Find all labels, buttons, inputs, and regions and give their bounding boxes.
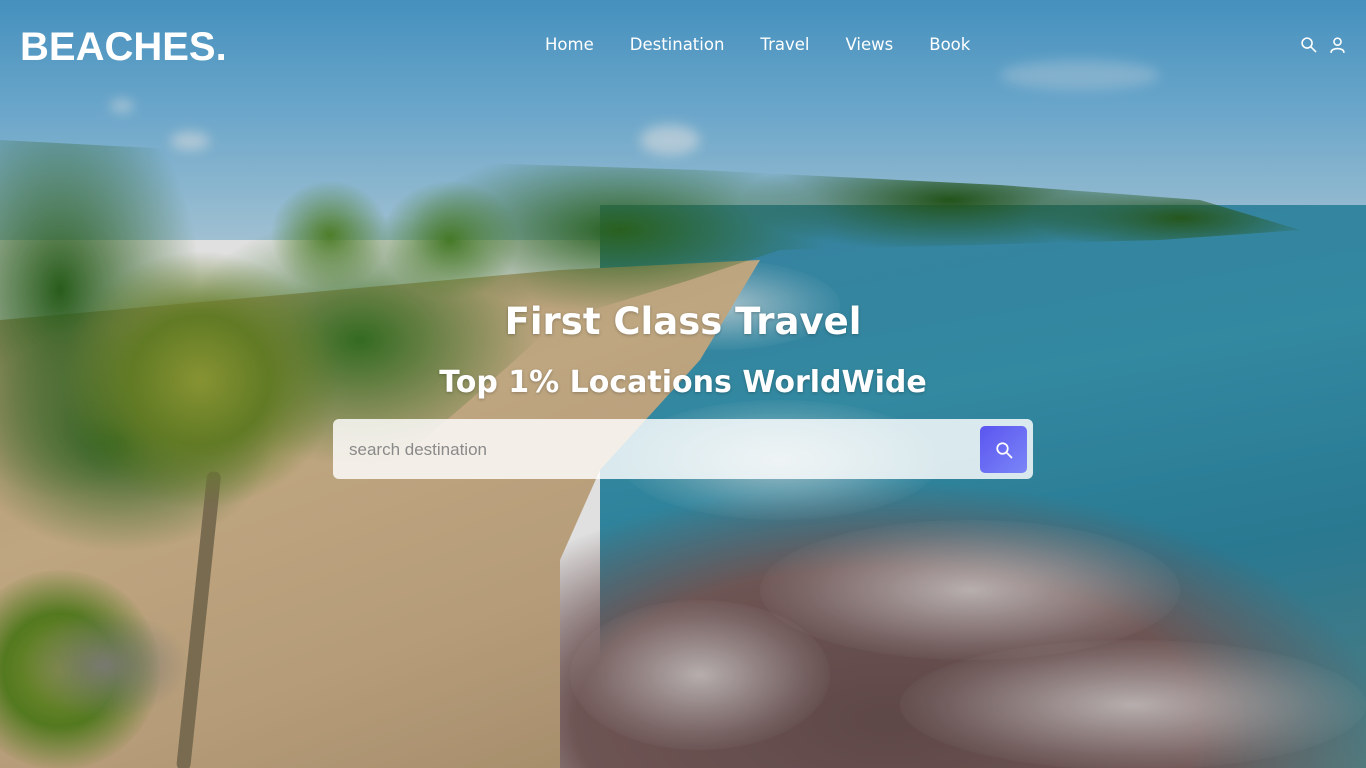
- site-header: BEACHES. Home Destination Travel Views B…: [0, 0, 1366, 92]
- search-destination-input[interactable]: [347, 429, 971, 471]
- main-nav: Home Destination Travel Views Book: [545, 34, 970, 56]
- search-icon: [995, 441, 1012, 458]
- nav-item-destination[interactable]: Destination: [630, 34, 725, 56]
- site-logo[interactable]: BEACHES.: [20, 23, 227, 71]
- header-icons: [1300, 36, 1346, 53]
- search-icon[interactable]: [1300, 36, 1317, 53]
- nav-item-travel[interactable]: Travel: [760, 34, 809, 56]
- search-bar: [333, 419, 1033, 479]
- user-icon[interactable]: [1329, 36, 1346, 53]
- hero-title: First Class Travel: [504, 300, 862, 343]
- hero-subtitle: Top 1% Locations WorldWide: [439, 365, 927, 400]
- nav-item-home[interactable]: Home: [545, 34, 594, 56]
- search-button[interactable]: [980, 426, 1027, 473]
- nav-item-views[interactable]: Views: [845, 34, 893, 56]
- nav-item-book[interactable]: Book: [929, 34, 970, 56]
